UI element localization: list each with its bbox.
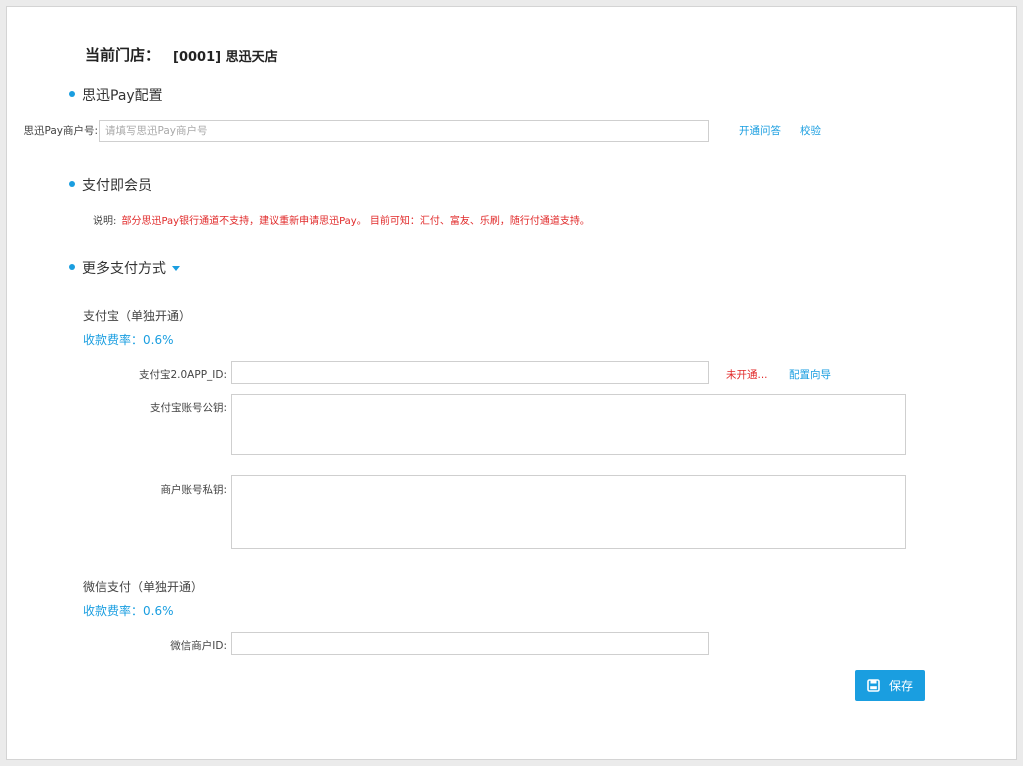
floppy-disk-icon xyxy=(867,679,880,692)
wechat-rate: 收款费率：0.6% xyxy=(83,604,174,618)
save-label: 保存 xyxy=(888,679,913,693)
member-section-title: 支付即会员 xyxy=(82,178,152,194)
wechat-title: 微信支付（单独开通） xyxy=(83,580,204,594)
merchant-private-key-textarea[interactable] xyxy=(231,475,906,549)
verify-link[interactable]: 校验 xyxy=(800,123,821,138)
alipay-public-key-label: 支付宝账号公钥: xyxy=(149,402,227,414)
save-button[interactable]: 保存 xyxy=(855,670,925,701)
activation-faq-link[interactable]: 开通问答 xyxy=(739,123,781,138)
merchant-id-label: 思迅Pay商户号: xyxy=(23,125,98,137)
bullet-icon xyxy=(69,264,75,270)
pay-section-title: 思迅Pay配置 xyxy=(82,88,163,104)
chevron-down-icon xyxy=(172,265,180,271)
member-note: 说明: 部分思迅Pay银行通道不支持，建议重新申请思迅Pay。 目前可知：汇付、… xyxy=(93,209,590,228)
bullet-icon xyxy=(69,181,75,187)
alipay-app-id-label: 支付宝2.0APP_ID: xyxy=(138,369,227,381)
config-guide-link[interactable]: 配置向导 xyxy=(789,367,831,382)
alipay-rate: 收款费率：0.6% xyxy=(83,333,174,347)
more-payment-toggle[interactable]: 更多支付方式 xyxy=(69,258,180,278)
alipay-app-id-input[interactable] xyxy=(231,361,709,384)
more-section-title: 更多支付方式 xyxy=(82,261,166,277)
merchant-private-key-label: 商户账号私钥: xyxy=(160,484,227,496)
note-text: 部分思迅Pay银行通道不支持，建议重新申请思迅Pay。 目前可知：汇付、富友、乐… xyxy=(121,216,590,227)
member-section-header: 支付即会员 xyxy=(69,175,152,195)
alipay-title: 支付宝（单独开通） xyxy=(83,309,192,323)
pay-section-header: 思迅Pay配置 xyxy=(69,85,163,105)
bullet-icon xyxy=(69,91,75,97)
store-label: 当前门店： xyxy=(85,46,161,64)
config-panel: 当前门店： [0001] 思迅天店 思迅Pay配置 思迅Pay商户号: 开通问答… xyxy=(6,6,1017,760)
wechat-merchant-id-label: 微信商户ID: xyxy=(170,640,227,652)
alipay-status: 未开通... xyxy=(726,369,768,381)
note-label: 说明: xyxy=(93,216,117,227)
wechat-merchant-id-input[interactable] xyxy=(231,632,709,655)
alipay-public-key-textarea[interactable] xyxy=(231,394,906,455)
merchant-id-input[interactable] xyxy=(99,120,709,142)
store-value: [0001] 思迅天店 xyxy=(173,50,278,65)
